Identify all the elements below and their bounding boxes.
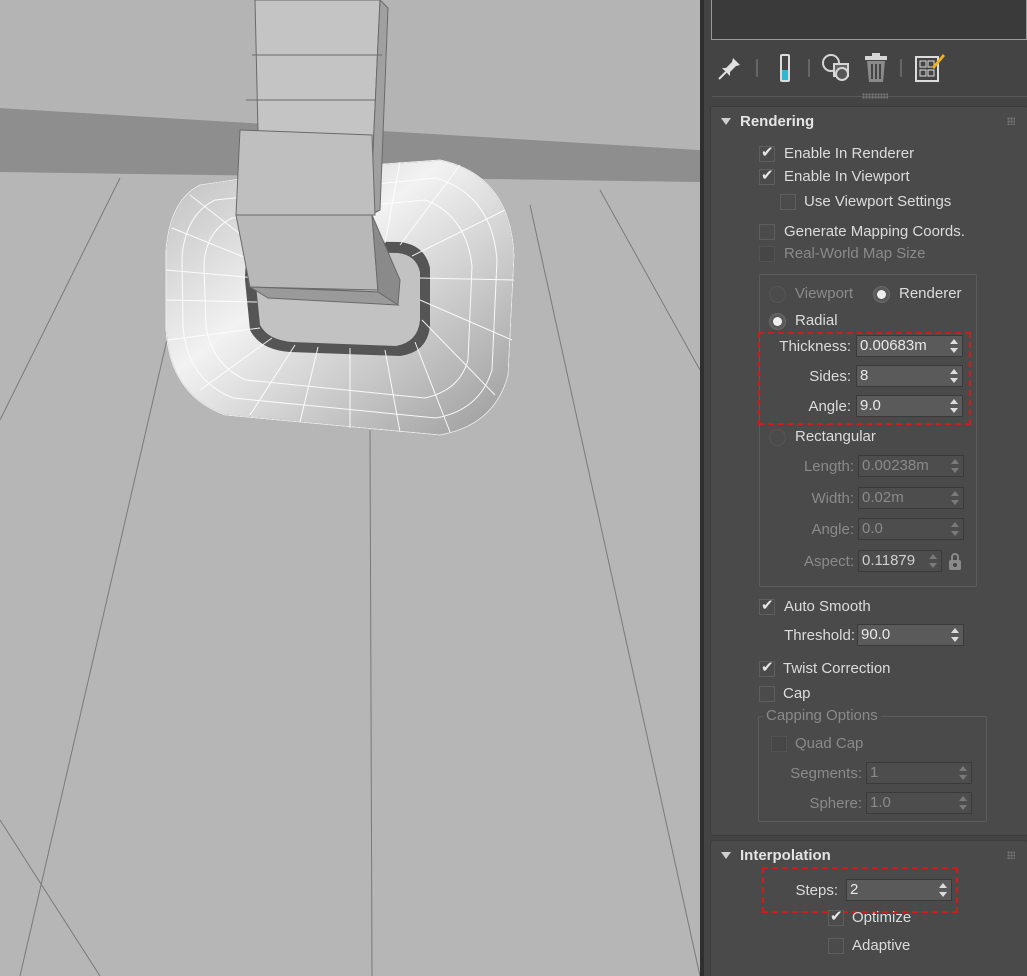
length-value[interactable]: 0.00238m <box>862 457 929 475</box>
remove-modifier-icon[interactable] <box>862 52 890 84</box>
aspect-value[interactable]: 0.11879 <box>862 552 915 570</box>
spinner-arrows-icon[interactable] <box>950 458 960 474</box>
cap-label: Cap <box>783 685 811 702</box>
viewport-scene <box>0 0 700 976</box>
sphere-label: Sphere: <box>809 795 862 812</box>
radial-radio-label: Radial <box>795 312 838 329</box>
collapse-arrow-icon[interactable] <box>721 852 731 859</box>
aspect-spinner[interactable]: 0.11879 <box>858 550 942 572</box>
collapse-arrow-icon[interactable] <box>721 118 731 125</box>
rollout-grip-icon[interactable] <box>1007 851 1015 859</box>
sphere-spinner[interactable]: 1.0 <box>866 792 972 814</box>
spinner-arrows-icon[interactable] <box>950 490 960 506</box>
width-label: Width: <box>811 490 854 507</box>
twist-correction-checkbox[interactable]: ✔ <box>759 659 775 677</box>
quad-cap-checkbox[interactable] <box>771 736 787 752</box>
rendering-rollout: Rendering ✔ Enable In Renderer ✔ Enable … <box>710 106 1027 836</box>
enable-in-renderer-checkbox[interactable]: ✔ <box>759 144 775 162</box>
length-label: Length: <box>803 458 854 475</box>
radial-radio[interactable] <box>769 313 786 330</box>
rect-angle-label: Angle: <box>811 521 854 538</box>
adaptive-label: Adaptive <box>852 937 911 954</box>
viewport-radio[interactable] <box>769 286 786 303</box>
aspect-label: Aspect: <box>803 553 854 570</box>
spinner-arrows-icon[interactable] <box>958 765 968 781</box>
renderer-radio-label: Renderer <box>899 285 962 302</box>
length-spinner[interactable]: 0.00238m <box>858 455 964 477</box>
highlight-radial-params <box>758 332 971 425</box>
show-end-result-icon[interactable] <box>774 52 796 84</box>
segments-label: Segments: <box>790 765 862 782</box>
enable-in-viewport-checkbox[interactable]: ✔ <box>759 167 775 185</box>
make-unique-icon[interactable] <box>820 52 854 84</box>
rollout-title[interactable]: Rendering <box>740 113 814 130</box>
width-spinner[interactable]: 0.02m <box>858 487 964 509</box>
optimize-checkbox[interactable]: ✔ <box>828 908 844 926</box>
generate-mapping-coords-checkbox[interactable] <box>759 224 775 240</box>
real-world-map-size-label: Real-World Map Size <box>784 245 926 262</box>
rollout-grip-icon[interactable] <box>1007 117 1015 125</box>
3d-viewport[interactable] <box>0 0 700 976</box>
use-viewport-settings-label: Use Viewport Settings <box>804 193 952 210</box>
rectangular-radio[interactable] <box>769 429 786 446</box>
pin-stack-icon[interactable] <box>716 54 744 82</box>
real-world-map-size-checkbox[interactable] <box>759 246 775 262</box>
generate-mapping-coords-label: Generate Mapping Coords. <box>784 223 965 240</box>
toolbar-resize-grip[interactable] <box>862 93 888 99</box>
viewport-radio-label: Viewport <box>795 285 854 302</box>
enable-in-viewport-label: Enable In Viewport <box>784 168 910 185</box>
sphere-value[interactable]: 1.0 <box>870 794 891 812</box>
rect-angle-spinner[interactable]: 0.0 <box>858 518 964 540</box>
rectangular-radio-label: Rectangular <box>795 428 876 445</box>
rect-angle-value[interactable]: 0.0 <box>862 520 883 538</box>
segments-value[interactable]: 1 <box>870 764 878 782</box>
twist-correction-label: Twist Correction <box>783 660 891 677</box>
highlight-steps <box>762 867 958 913</box>
threshold-value[interactable]: 90.0 <box>861 626 890 644</box>
lock-aspect-icon[interactable] <box>947 553 963 571</box>
spinner-arrows-icon[interactable] <box>950 627 960 643</box>
optimize-label: Optimize <box>852 909 912 926</box>
auto-smooth-label: Auto Smooth <box>784 598 871 615</box>
interpolation-rollout: Interpolation Steps: 2 ✔ Optimize Adapti… <box>710 840 1027 976</box>
configure-modifier-sets-icon[interactable] <box>914 51 946 83</box>
cap-checkbox[interactable] <box>759 686 775 702</box>
auto-smooth-checkbox[interactable]: ✔ <box>759 597 775 615</box>
stack-toolbar <box>704 46 1027 99</box>
spinner-arrows-icon[interactable] <box>928 553 938 569</box>
segments-spinner[interactable]: 1 <box>866 762 972 784</box>
spinner-arrows-icon[interactable] <box>958 795 968 811</box>
use-viewport-settings-checkbox[interactable] <box>780 194 796 210</box>
quad-cap-label: Quad Cap <box>795 735 864 752</box>
renderer-radio[interactable] <box>873 286 890 303</box>
modifier-stack-list[interactable] <box>711 0 1027 40</box>
threshold-spinner[interactable]: 90.0 <box>857 624 964 646</box>
rollout-title[interactable]: Interpolation <box>740 847 831 864</box>
threshold-label: Threshold: <box>784 627 855 644</box>
width-value[interactable]: 0.02m <box>862 489 904 507</box>
enable-in-renderer-label: Enable In Renderer <box>784 145 915 162</box>
spinner-arrows-icon[interactable] <box>950 521 960 537</box>
command-panel: Rendering ✔ Enable In Renderer ✔ Enable … <box>704 0 1027 976</box>
adaptive-checkbox[interactable] <box>828 938 844 954</box>
capping-options-title: Capping Options <box>763 707 881 725</box>
